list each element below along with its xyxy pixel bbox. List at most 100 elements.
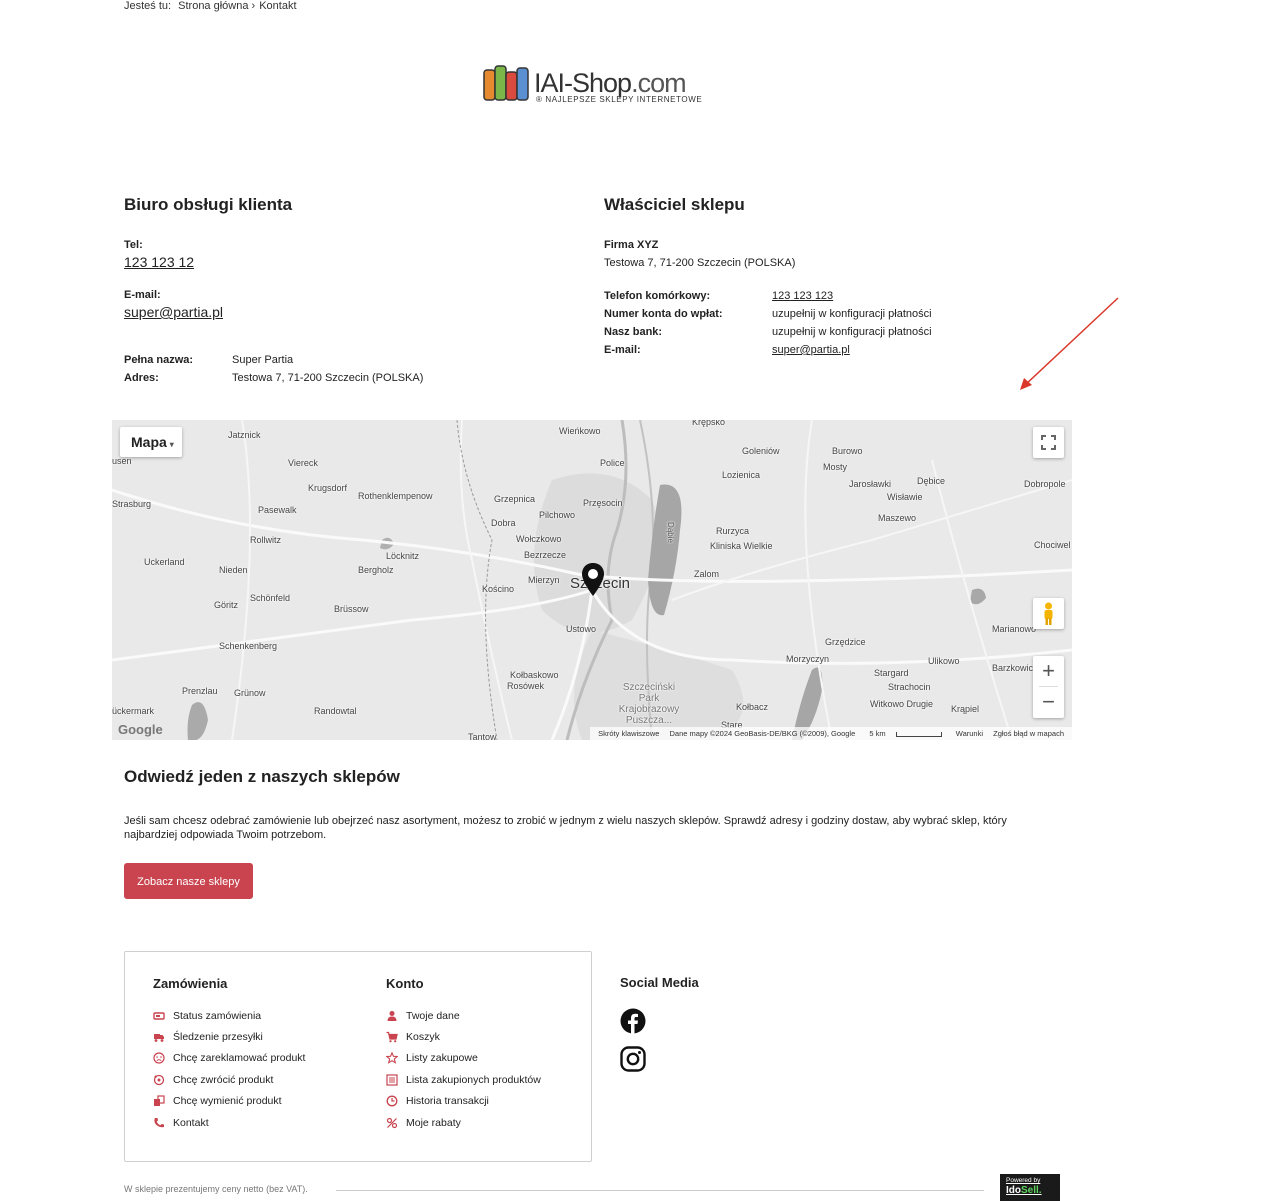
- orders-title: Zamówienia: [153, 976, 228, 991]
- breadcrumb-separator: ›: [251, 0, 256, 12]
- account-link[interactable]: Twoje dane: [386, 1005, 541, 1026]
- fullname-row: Pełna nazwa: Super Partia: [124, 354, 564, 368]
- map-place-label: Randowtal: [314, 706, 357, 716]
- map-scale[interactable]: 5 km: [865, 729, 945, 738]
- account-link[interactable]: Historia transakcji: [386, 1091, 541, 1112]
- net-prices-note: W sklepie prezentujemy ceny netto (bez V…: [124, 1184, 308, 1194]
- map-place-label: Strasburg: [112, 499, 152, 509]
- terms-link[interactable]: Warunki: [956, 729, 983, 738]
- account-link-label: Moje rabaty: [406, 1116, 461, 1129]
- map-place-label: Przęsocin: [583, 498, 623, 508]
- map-place-label: Barzkowice: [992, 663, 1039, 673]
- street-view-pegman-button[interactable]: [1033, 598, 1064, 629]
- email-block: E-mail: super@partia.pl: [124, 289, 223, 322]
- sad-face-icon: [153, 1052, 165, 1065]
- tel-link[interactable]: 123 123 12: [124, 254, 194, 270]
- logo-figures-icon: [483, 65, 529, 101]
- red-arrow-icon: [1020, 297, 1119, 390]
- address-label: Adres:: [124, 372, 159, 384]
- orders-link[interactable]: Status zamówienia: [153, 1005, 305, 1026]
- powered-by-label: Powered by: [1006, 1177, 1041, 1184]
- zoom-out-button[interactable]: −: [1033, 687, 1064, 717]
- powered-by-idosell-badge[interactable]: Powered by IdoSell.: [1000, 1174, 1060, 1201]
- owner-detail-link[interactable]: super@partia.pl: [772, 344, 850, 356]
- keyboard-shortcuts-link[interactable]: Skróty klawiszowe: [598, 729, 659, 738]
- map-place-label: Rollwitz: [250, 535, 282, 545]
- idosell-logo: IdoSell.: [1006, 1185, 1042, 1196]
- map-place-label: usen: [112, 456, 132, 466]
- account-title: Konto: [386, 976, 424, 991]
- owner-detail-row: Telefon komórkowy: 123 123 123: [604, 290, 1044, 304]
- star-icon: [386, 1052, 398, 1065]
- map-place-label: Zalom: [694, 569, 720, 579]
- map-place-label: Bergholz: [358, 565, 394, 575]
- zoom-in-button[interactable]: +: [1033, 656, 1064, 686]
- shop-owner-section: Właściciel sklepu Firma XYZ Testowa 7, 7…: [604, 195, 1044, 356]
- map-place-label: Jatznick: [228, 430, 261, 440]
- orders-link[interactable]: Kontakt: [153, 1112, 305, 1133]
- map-place-label: Schönfeld: [250, 593, 291, 603]
- map-place-label: Pilchowo: [539, 510, 576, 520]
- fullscreen-icon: [1041, 435, 1056, 450]
- map-place-label: Mierzyn: [528, 575, 560, 585]
- orders-link[interactable]: Chcę wymienić produkt: [153, 1091, 305, 1112]
- see-stores-button[interactable]: Zobacz nasze sklepy: [124, 863, 253, 899]
- map-place-label: Ulikowo: [928, 656, 960, 666]
- map-marker-icon[interactable]: [581, 562, 605, 598]
- map-place-label: Göritz: [214, 600, 239, 610]
- map-place-label: Wołczkowo: [516, 534, 562, 544]
- facebook-icon[interactable]: [620, 1008, 646, 1034]
- map-place-label: Dąbie: [665, 522, 675, 543]
- map-place-label: Brüssow: [334, 604, 369, 614]
- instagram-icon[interactable]: [620, 1046, 646, 1072]
- map-place-label: Jarosławki: [849, 479, 892, 489]
- map-place-label: Krugsdorf: [308, 483, 348, 493]
- account-link[interactable]: Koszyk: [386, 1026, 541, 1047]
- order-status-icon: [153, 1011, 165, 1020]
- map-place-label: Dębice: [917, 476, 946, 486]
- address-row: Adres: Testowa 7, 71-200 Szczecin (POLSK…: [124, 372, 564, 386]
- orders-link-label: Śledzenie przesyłki: [173, 1031, 263, 1044]
- customer-service-section: Biuro obsługi klienta Tel: 123 123 12 E-…: [124, 195, 564, 384]
- fullscreen-button[interactable]: [1033, 427, 1064, 458]
- map-place-label: Burowo: [832, 446, 863, 456]
- store-map[interactable]: Jatznick Wieńkowo Krępsko Goleniów Burowo Pol…: [112, 420, 1072, 740]
- map-place-label: Lozienica: [722, 470, 761, 480]
- owner-detail-row: Nasz bank: uzupełnij w konfiguracji płatn…: [604, 326, 1044, 340]
- map-place-label: Dobropole: [1024, 479, 1066, 489]
- orders-link-label: Kontakt: [173, 1116, 209, 1129]
- customer-service-title: Biuro obsługi klienta: [124, 195, 293, 214]
- owner-detail-link[interactable]: 123 123 123: [772, 290, 833, 302]
- account-link[interactable]: Listy zakupowe: [386, 1048, 541, 1069]
- map-place-label: Szczeciński Park Krajobrazowy Puszcza...: [618, 682, 680, 726]
- account-link-label: Twoje dane: [406, 1009, 460, 1022]
- fullname-label: Pełna nazwa:: [124, 354, 194, 366]
- account-link[interactable]: Lista zakupionych produktów: [386, 1069, 541, 1090]
- orders-link[interactable]: Chcę zareklamować produkt: [153, 1048, 305, 1069]
- account-link[interactable]: Moje rabaty: [386, 1112, 541, 1133]
- shop-logo[interactable]: IAI-Shop.com ® NAJLEPSZE SKLEPY INTERNET…: [480, 60, 710, 110]
- report-error-link[interactable]: Zgłoś błąd w mapach: [993, 729, 1064, 738]
- map-place-label: Kościno: [482, 584, 515, 594]
- breadcrumb-prefix: Jesteś tu:: [124, 0, 172, 12]
- social-media-title: Social Media: [620, 975, 699, 990]
- owner-address: Testowa 7, 71-200 Szczecin (POLSKA): [604, 257, 796, 269]
- footer-divider: [336, 1190, 984, 1191]
- owner-detail-row: E-mail: super@partia.pl: [604, 344, 1044, 358]
- account-column: Konto Twoje dane Koszyk Listy zakupowe List…: [386, 976, 541, 1133]
- map-place-label: Goleniów: [742, 446, 780, 456]
- stores-title: Odwiedź jeden z naszych sklepów: [124, 767, 400, 786]
- map-place-label: Grünow: [234, 688, 266, 698]
- breadcrumb-home-link[interactable]: Strona główna: [178, 0, 248, 12]
- orders-link[interactable]: Śledzenie przesyłki: [153, 1026, 305, 1047]
- map-place-label: Tantow: [468, 732, 497, 740]
- map-place-label: Bezrzecze: [524, 550, 567, 560]
- map-place-label: Strachocin: [888, 682, 931, 692]
- caret-down-icon: ▾: [169, 440, 174, 449]
- orders-link[interactable]: Chcę zwrócić produkt: [153, 1069, 305, 1090]
- percent-icon: [386, 1117, 398, 1128]
- email-link[interactable]: super@partia.pl: [124, 304, 223, 320]
- scale-bar-icon: [895, 731, 942, 737]
- map-type-dropdown[interactable]: Mapa ▾: [120, 427, 182, 457]
- map-place-label: Löcknitz: [386, 551, 420, 561]
